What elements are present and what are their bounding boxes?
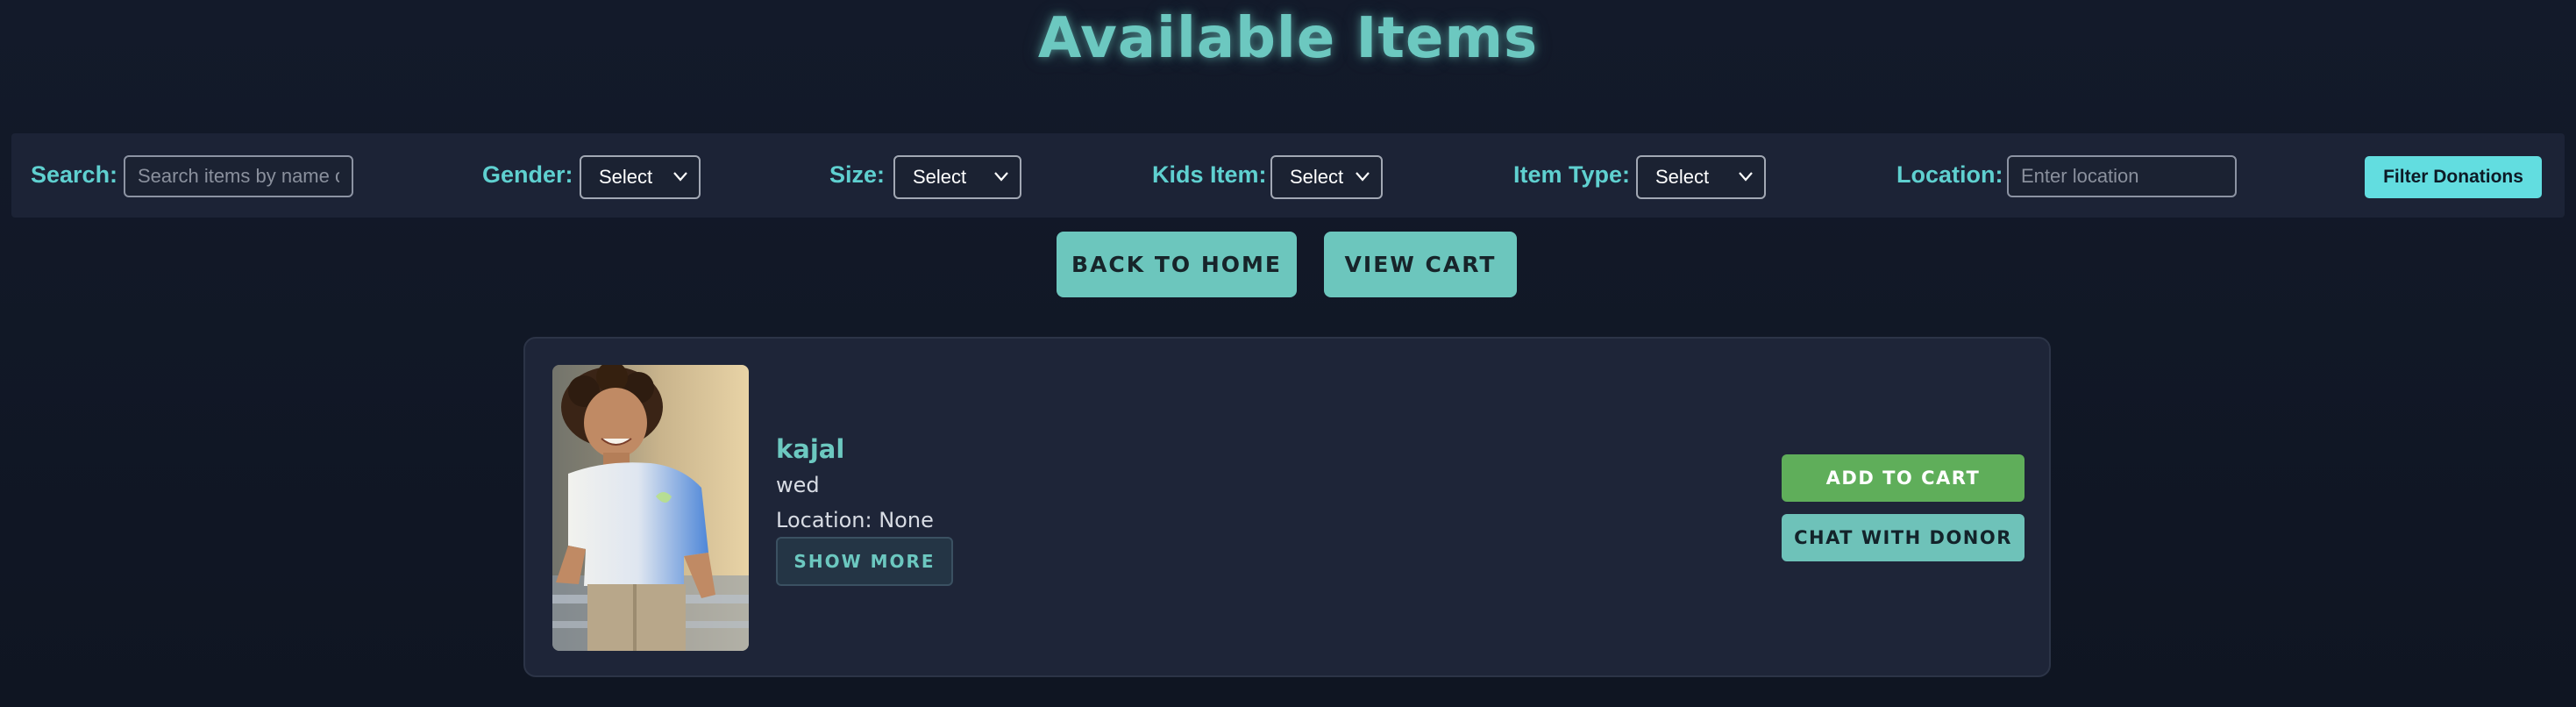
- item-type-label: Item Type:: [1513, 161, 1631, 188]
- search-input[interactable]: [124, 155, 353, 197]
- chevron-down-icon: [1739, 172, 1753, 182]
- search-label: Search:: [31, 161, 118, 188]
- add-to-cart-button[interactable]: ADD TO CART: [1782, 454, 2025, 502]
- chevron-down-icon: [994, 172, 1008, 182]
- kids-item-select-value: Select: [1290, 166, 1344, 188]
- size-select-value: Select: [913, 166, 967, 188]
- item-type-select[interactable]: Select: [1636, 155, 1766, 199]
- child-photo: [552, 365, 749, 651]
- chevron-down-icon: [1356, 172, 1370, 182]
- item-card: kajal wed Location: None SHOW MORE ADD T…: [523, 337, 2051, 677]
- gender-select[interactable]: Select: [580, 155, 701, 199]
- page: Available Items Search: Gender: Select S…: [0, 0, 2576, 707]
- filter-donations-button[interactable]: Filter Donations: [2365, 156, 2542, 198]
- kids-item-label: Kids Item:: [1152, 161, 1267, 188]
- gender-select-value: Select: [599, 166, 653, 188]
- back-to-home-button[interactable]: BACK TO HOME: [1057, 232, 1297, 297]
- filter-bar: Search: Gender: Select Size: Select Kids…: [11, 133, 2565, 218]
- view-cart-button[interactable]: VIEW CART: [1324, 232, 1517, 297]
- show-more-button[interactable]: SHOW MORE: [776, 537, 953, 586]
- kids-item-select[interactable]: Select: [1270, 155, 1383, 199]
- item-location: Location: None: [776, 508, 934, 532]
- size-select[interactable]: Select: [893, 155, 1021, 199]
- item-description: wed: [776, 473, 820, 497]
- chevron-down-icon: [673, 172, 687, 182]
- location-input[interactable]: [2007, 155, 2237, 197]
- chat-with-donor-button[interactable]: CHAT WITH DONOR: [1782, 514, 2025, 561]
- location-label: Location:: [1896, 161, 2003, 188]
- item-name: kajal: [776, 434, 845, 464]
- child-photo-image: [552, 365, 749, 651]
- size-label: Size:: [829, 161, 886, 188]
- page-title: Available Items: [1037, 6, 1539, 71]
- gender-label: Gender:: [482, 161, 573, 188]
- item-type-select-value: Select: [1655, 166, 1710, 188]
